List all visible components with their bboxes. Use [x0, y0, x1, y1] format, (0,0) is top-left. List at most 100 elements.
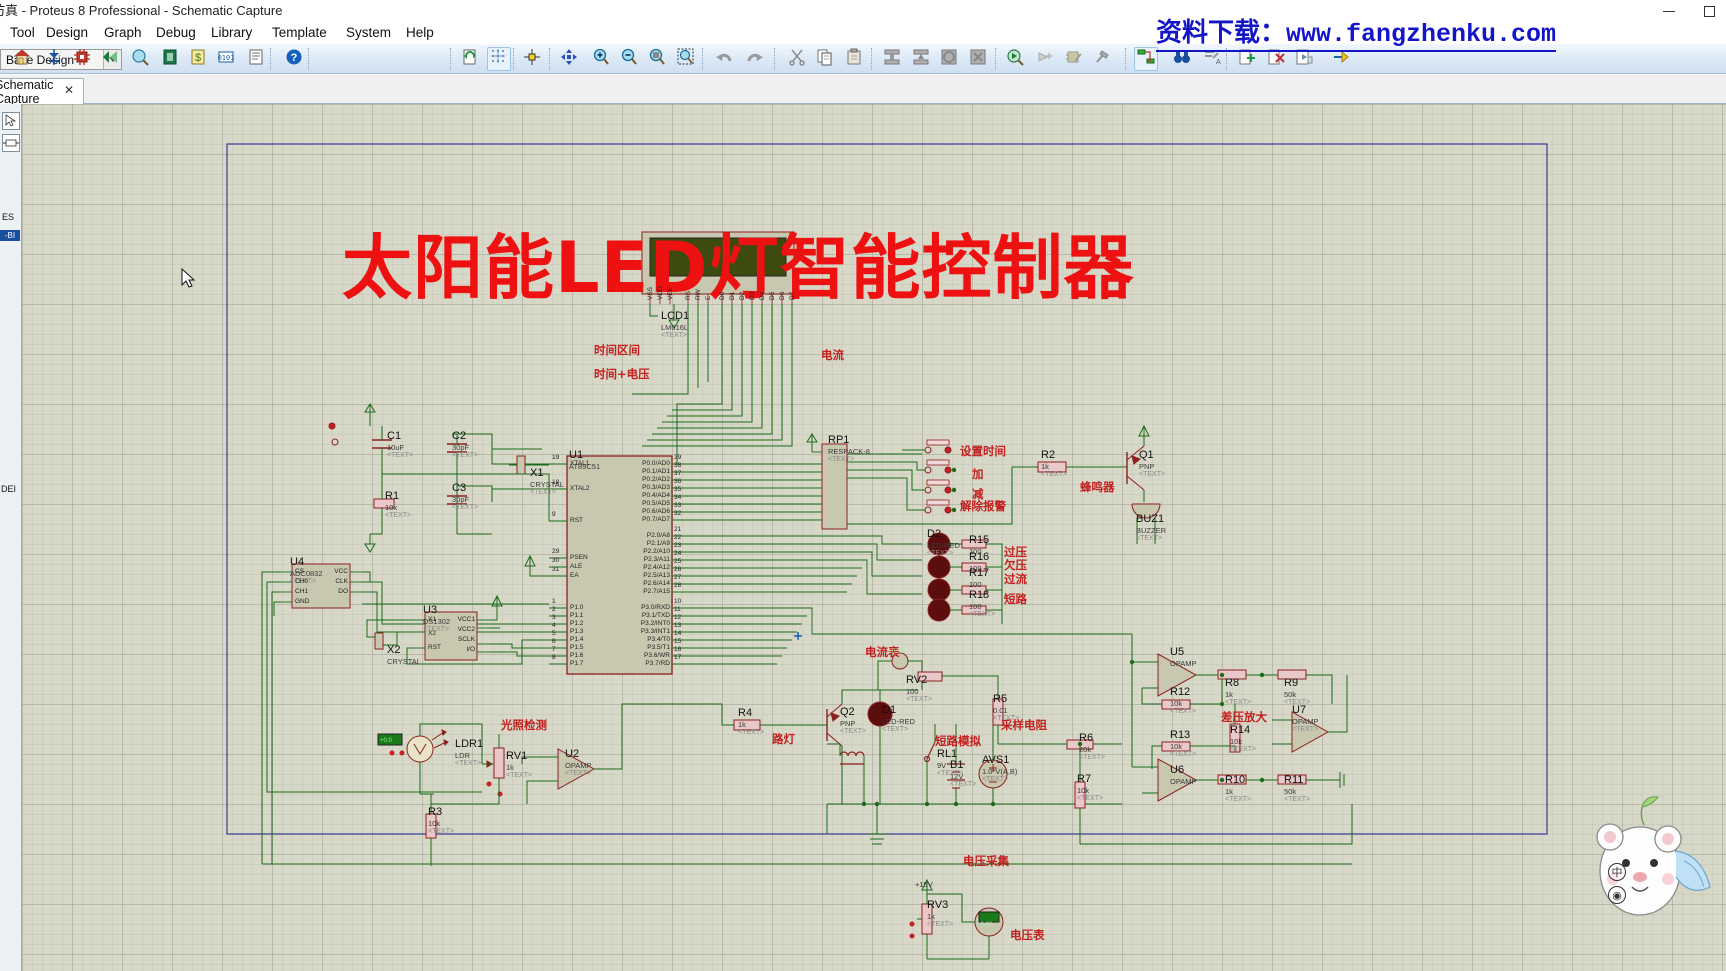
packaging-tool-button[interactable]: [1062, 47, 1086, 71]
block-delete-button[interactable]: [966, 47, 990, 71]
cut-icon: [788, 48, 806, 71]
component-r11-value: 50k: [1284, 787, 1297, 796]
menu-item-system[interactable]: System: [340, 22, 397, 44]
zoom-out-button[interactable]: [617, 47, 641, 71]
menu-item-debug[interactable]: Debug: [150, 22, 202, 44]
block-move-button[interactable]: [909, 47, 933, 71]
u3-pin-right-2: SCLK: [458, 636, 475, 643]
u1-pin-left-5: EA: [570, 572, 579, 579]
zoom-in-button[interactable]: [589, 47, 613, 71]
source-code-button[interactable]: 0101: [214, 47, 238, 71]
component-r4-ref: R4: [738, 707, 753, 719]
u1-pinno-right-7: 32: [674, 510, 682, 517]
design-explorer-button[interactable]: [128, 47, 152, 71]
block-rotate-button[interactable]: [937, 47, 961, 71]
u1-pinno-right-11: 24: [674, 550, 682, 557]
u1-pin-left-1: XTAL2: [570, 485, 590, 492]
pick-device-button[interactable]: [1003, 47, 1027, 71]
origin-button[interactable]: [520, 47, 544, 71]
undo-icon: [715, 48, 733, 71]
menu-item-design[interactable]: Design: [40, 22, 94, 44]
u1-pinno-left-8: 3: [552, 614, 556, 621]
menu-item-graph[interactable]: Graph: [98, 22, 148, 44]
u1-pinno-right-3: 36: [674, 478, 682, 485]
u1-pin-right-11: P2.3/A11: [643, 556, 670, 563]
component-q2-value: PNP: [840, 719, 856, 728]
maximize-button[interactable]: [1702, 4, 1716, 18]
selection-mode-icon[interactable]: [2, 112, 20, 130]
u1-pinno-right-21: 15: [674, 638, 682, 645]
project-clips-button[interactable]: [158, 47, 182, 71]
zoom-all-icon: [648, 48, 666, 71]
component-r3-ref: R3: [428, 806, 443, 818]
toggle-grid-button[interactable]: [487, 47, 511, 71]
corner-badge-group: 中 ◉: [1608, 863, 1626, 909]
component-c3-ref: C3: [452, 482, 467, 494]
close-icon[interactable]: ✕: [64, 84, 75, 96]
u3-pin-right-1: VCC2: [457, 626, 475, 633]
u1-pinno-right-14: 27: [674, 574, 682, 581]
u4-pin-left-1: CH0: [295, 578, 309, 585]
menu-item-library[interactable]: Library: [205, 22, 258, 44]
help-button[interactable]: ?: [282, 47, 306, 71]
u4-pin-left-0: CS: [295, 568, 305, 575]
annotation-time-voltage: 时间+电压: [594, 367, 650, 381]
component-r8-text: <TEXT>: [1225, 699, 1252, 706]
block-copy-button[interactable]: [880, 47, 904, 71]
report-button[interactable]: [244, 47, 268, 71]
schematic-canvas[interactable]: 太阳能LED灯智能控制器 时间区间 时间+电压 电流 设置时间加减解除报警 蜂鸣器 过压欠…: [22, 104, 1726, 971]
u1-pin-right-4: P0.4/AD4: [642, 492, 670, 499]
tab-schematic-capture[interactable]: Schematic Capture ✕: [0, 78, 84, 106]
component-x1-ref: X1: [530, 467, 544, 479]
redo-icon: [746, 48, 764, 71]
redo-button[interactable]: [743, 47, 767, 71]
u1-pinno-left-7: 2: [552, 606, 556, 613]
pcb-layout-button[interactable]: [70, 47, 94, 71]
component-r12-text: <TEXT>: [1170, 708, 1197, 715]
component-lcd1-text: <TEXT>: [661, 332, 688, 339]
annotation-overcurrent: 过流: [1004, 572, 1027, 586]
3d-viewer-button[interactable]: [98, 47, 122, 71]
component-c2-text: <TEXT>: [452, 452, 479, 459]
u1-pinno-left-4: 30: [552, 557, 560, 564]
component-d2-ref: D2: [927, 528, 942, 540]
zoom-all-button[interactable]: [645, 47, 669, 71]
component-buz1-value: BUZZER: [1136, 526, 1166, 535]
zoom-area-icon: [677, 48, 695, 71]
copy-button[interactable]: [813, 47, 837, 71]
u1-pin-left-7: P1.1: [570, 612, 584, 619]
menu-item-tool[interactable]: Tool: [4, 22, 41, 44]
menu-item-help[interactable]: Help: [400, 22, 440, 44]
paste-icon: [845, 48, 863, 71]
netlist-compiler-button[interactable]: [1134, 47, 1158, 71]
component-b1-ref: B1: [950, 759, 964, 771]
u3-pin-right-3: I/O: [466, 646, 475, 653]
menu-item-template[interactable]: Template: [266, 22, 333, 44]
component-c1-value: 10uF: [387, 443, 405, 452]
refresh-display-button[interactable]: [458, 47, 482, 71]
component-u7-ref: U7: [1292, 704, 1307, 716]
pan-button[interactable]: [557, 47, 581, 71]
badge-icon-1: 中: [1608, 863, 1626, 881]
component-r17-value: 100: [969, 580, 982, 589]
component-ldr1-ref: LDR1: [455, 738, 484, 750]
badge-icon-2: ◉: [1608, 886, 1626, 904]
cut-button[interactable]: [785, 47, 809, 71]
undo-button[interactable]: [712, 47, 736, 71]
component-r5-value: 0.01: [993, 706, 1008, 715]
paste-button[interactable]: [842, 47, 866, 71]
component-r14-text: <TEXT>: [1230, 746, 1257, 753]
decompose-button[interactable]: [1090, 47, 1114, 71]
minimize-button[interactable]: [1662, 4, 1676, 18]
make-device-button[interactable]: [1033, 47, 1057, 71]
bill-of-materials-button[interactable]: $: [186, 47, 210, 71]
u4-pin-right-2: DO: [338, 588, 348, 595]
zoom-area-button[interactable]: [674, 47, 698, 71]
netlist-button[interactable]: [42, 47, 66, 71]
component-mode-icon[interactable]: [2, 134, 20, 152]
component-avs1-text: <TEXT>: [982, 776, 1009, 783]
home-button[interactable]: [10, 47, 34, 71]
component-d2-text: <TEXT>: [927, 550, 954, 557]
u1-pin-right-10: P2.2/A10: [643, 548, 670, 555]
u1-pin-right-17: P3.1/TXD: [641, 612, 670, 619]
